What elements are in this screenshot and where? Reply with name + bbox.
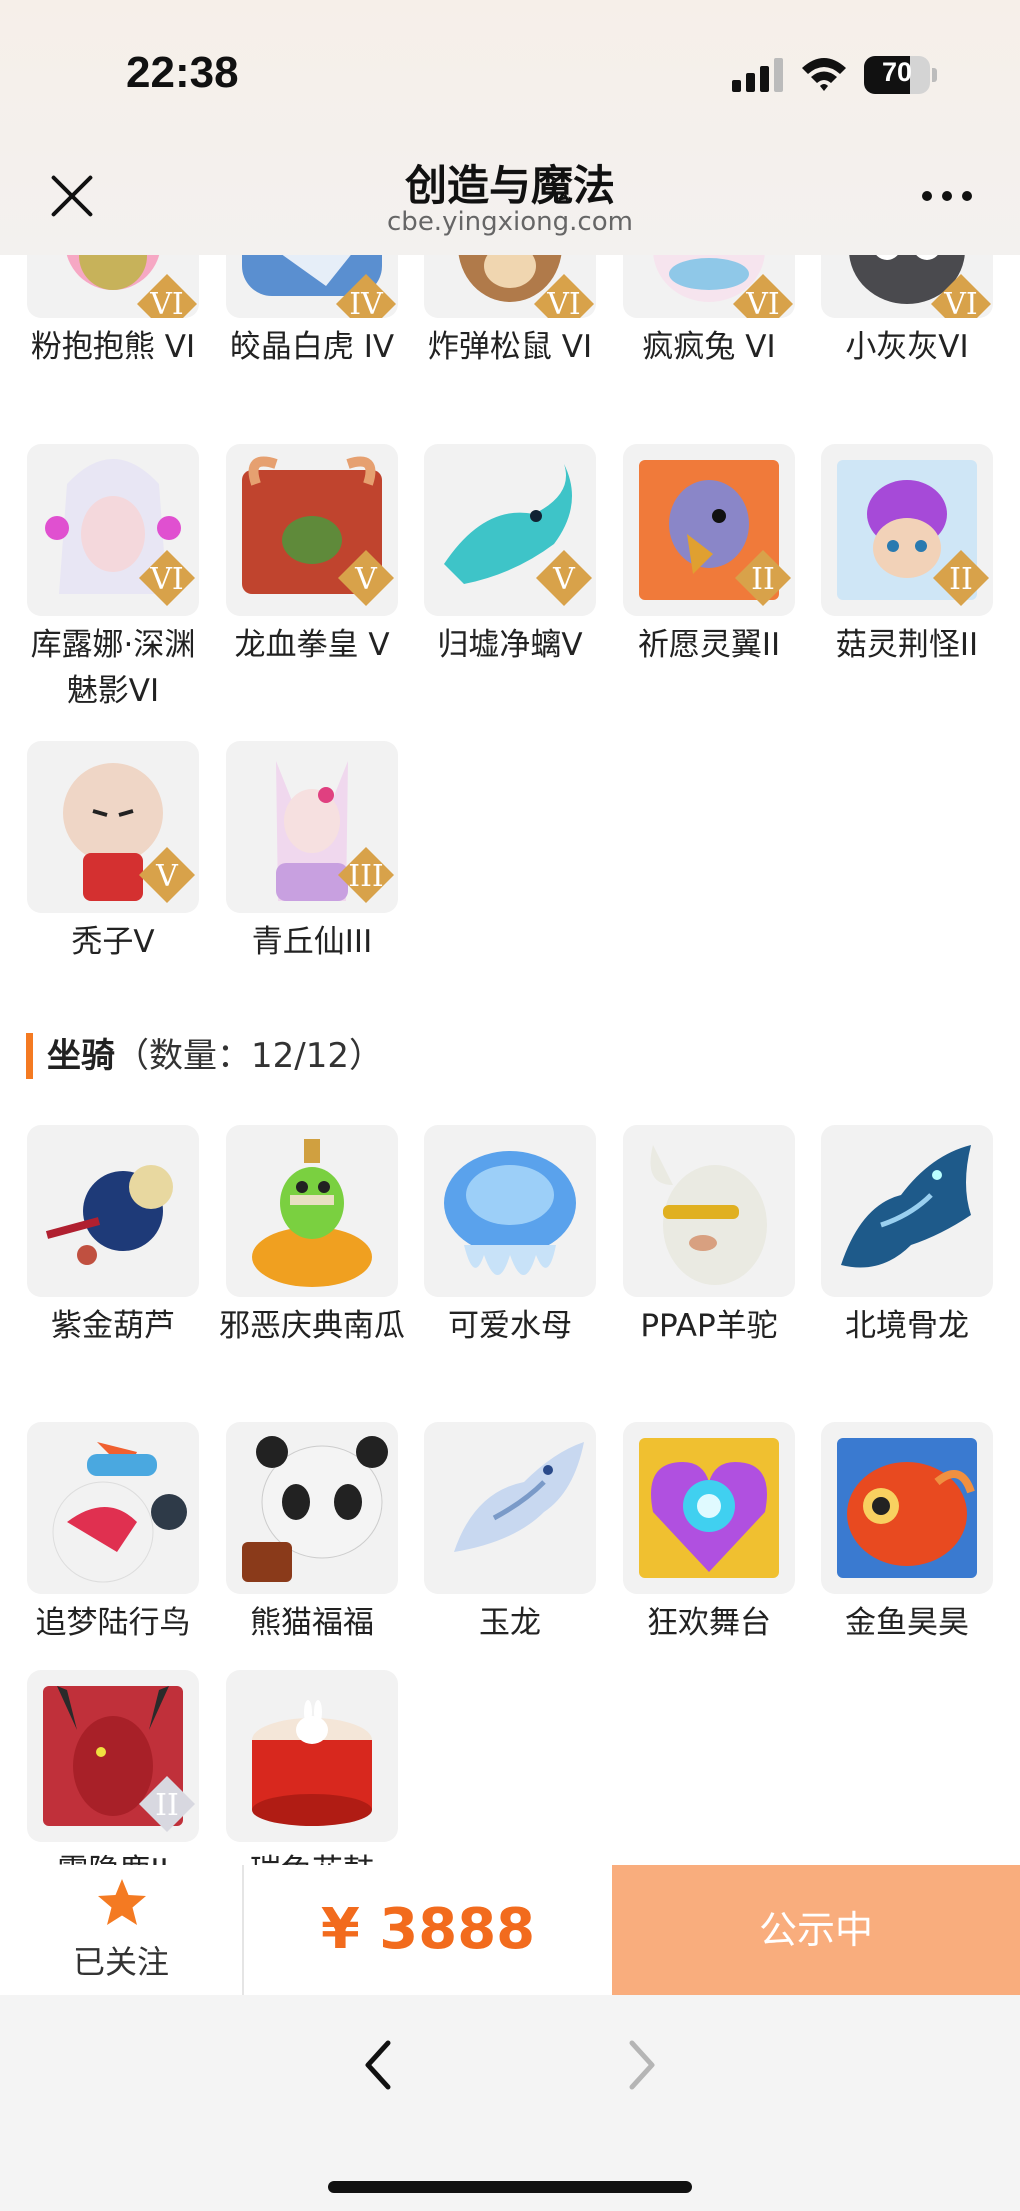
action-bar: 已关注 ¥ 3888 公示中 — [0, 1865, 1020, 1995]
price: ¥ 3888 — [320, 1897, 536, 1962]
pet-item[interactable]: II 菇灵荆怪II — [821, 444, 993, 668]
section-count: （数量：12/12） — [115, 1036, 383, 1076]
pet-thumbnail: II — [821, 444, 993, 616]
more-options-icon[interactable] — [922, 188, 974, 204]
cellular-signal-icon — [732, 58, 784, 92]
mount-thumbnail — [226, 1670, 398, 1842]
pet-thumbnail: II — [623, 444, 795, 616]
pet-name: 青丘仙III — [251, 924, 373, 960]
svg-text:V: V — [354, 562, 378, 597]
content-area: VI 粉抱抱熊 VI IV 皎晶白虎 IV VI 炸弹松鼠 VI VI 疯疯兔 … — [0, 0, 1020, 1865]
top-header: 22:38 70 创造与魔法 cbe.yingxiong.com — [0, 0, 1020, 255]
pet-item[interactable]: V 龙血拳皇 V — [226, 444, 398, 668]
pet-name: 小灰灰VI — [845, 329, 969, 365]
pet-name: 归墟净螭V — [437, 627, 583, 663]
svg-text:VI: VI — [943, 287, 978, 318]
svg-text:V: V — [155, 859, 179, 894]
mount-thumbnail — [623, 1125, 795, 1297]
pet-thumbnail: III — [226, 741, 398, 913]
svg-text:VI: VI — [149, 287, 184, 318]
svg-text:VI: VI — [546, 287, 581, 318]
svg-text:VI: VI — [745, 287, 780, 318]
mount-name: 瑞兔花鼓 — [226, 1848, 398, 1865]
mount-thumbnail — [226, 1125, 398, 1297]
mount-item[interactable]: 金鱼昊昊 — [821, 1422, 993, 1646]
svg-text:V: V — [552, 562, 576, 597]
status-button[interactable]: 公示中 — [612, 1865, 1020, 1995]
mount-name: 金鱼昊昊 — [845, 1605, 969, 1641]
mount-item[interactable]: 熊猫福福 — [226, 1422, 398, 1646]
pet-name: 疯疯兔 VI — [642, 329, 776, 365]
mount-item[interactable]: 可爱水母 — [424, 1125, 596, 1349]
pet-thumbnail: V — [226, 444, 398, 616]
pet-item[interactable]: III 青丘仙III — [226, 741, 398, 965]
mount-thumbnail — [424, 1422, 596, 1594]
forward-arrow-icon[interactable] — [622, 2035, 662, 2095]
status-time: 22:38 — [126, 48, 239, 97]
battery-icon: 70 — [864, 56, 930, 94]
browser-toolbar — [0, 1995, 1020, 2211]
svg-text:II: II — [751, 562, 775, 597]
pet-name: 库露娜·深渊魅影VI — [30, 627, 196, 709]
mount-item[interactable]: 紫金葫芦 — [27, 1125, 199, 1349]
mount-item[interactable]: 玉龙 — [424, 1422, 596, 1646]
svg-text:II: II — [949, 562, 973, 597]
pet-name: 秃子V — [71, 924, 155, 960]
mount-name: 北境骨龙 — [845, 1308, 969, 1344]
mount-name: 狂欢舞台 — [647, 1605, 771, 1641]
mount-name: 熊猫福福 — [250, 1605, 374, 1641]
mount-thumbnail: II — [27, 1670, 199, 1842]
pet-thumbnail: V — [424, 444, 596, 616]
mount-thumbnail — [226, 1422, 398, 1594]
pet-item[interactable]: II 祈愿灵翼II — [623, 444, 795, 668]
mount-thumbnail — [27, 1125, 199, 1297]
svg-text:II: II — [155, 1788, 179, 1823]
mount-item[interactable]: 北境骨龙 — [821, 1125, 993, 1349]
wifi-icon — [800, 54, 848, 94]
page-url: cbe.yingxiong.com — [387, 207, 633, 237]
mount-name: 玉龙 — [479, 1605, 541, 1641]
pet-item[interactable]: V 归墟净螭V — [424, 444, 596, 668]
pet-item[interactable]: VI 库露娜·深渊魅影VI — [27, 444, 199, 714]
battery-level: 70 — [881, 57, 913, 87]
mount-thumbnail — [623, 1422, 795, 1594]
section-title-text: 坐骑 — [47, 1036, 115, 1076]
pet-thumbnail: V — [27, 741, 199, 913]
pet-thumbnail: VI — [27, 444, 199, 616]
mount-item[interactable]: II 霞隐鹿II — [27, 1670, 199, 1865]
mount-name: 霞隐鹿II — [27, 1848, 199, 1865]
svg-text:VI: VI — [149, 562, 184, 597]
pet-name: 粉抱抱熊 VI — [30, 329, 196, 365]
mounts-section-title: 坐骑（数量：12/12） — [26, 1033, 383, 1079]
star-icon — [98, 1879, 146, 1925]
home-indicator — [328, 2181, 692, 2193]
mount-thumbnail — [821, 1125, 993, 1297]
pet-name: 炸弹松鼠 VI — [427, 329, 593, 365]
battery-tip — [932, 68, 937, 82]
mount-item[interactable]: 瑞兔花鼓 — [226, 1670, 398, 1865]
svg-text:IV: IV — [349, 287, 384, 318]
mount-name: 追梦陆行鸟 — [35, 1605, 191, 1641]
mount-thumbnail — [27, 1422, 199, 1594]
svg-text:III: III — [348, 859, 384, 894]
mount-name: 紫金葫芦 — [51, 1308, 175, 1344]
mount-name: PPAP羊驼 — [640, 1308, 778, 1344]
mount-item[interactable]: 邪恶庆典南瓜 — [219, 1125, 405, 1349]
page-title: 创造与魔法 — [404, 161, 615, 210]
mount-name: 邪恶庆典南瓜 — [219, 1308, 405, 1344]
pet-name: 祈愿灵翼II — [637, 627, 781, 663]
mount-item[interactable]: 追梦陆行鸟 — [27, 1422, 199, 1646]
pet-name: 皎晶白虎 IV — [229, 329, 395, 365]
follow-button[interactable]: 已关注 — [0, 1865, 242, 1995]
mount-thumbnail — [821, 1422, 993, 1594]
back-arrow-icon[interactable] — [358, 2035, 398, 2095]
follow-label: 已关注 — [72, 1943, 169, 1981]
mount-item[interactable]: PPAP羊驼 — [623, 1125, 795, 1349]
mount-name: 可爱水母 — [448, 1308, 572, 1344]
pet-item[interactable]: V 秃子V — [27, 741, 199, 965]
pet-name: 龙血拳皇 V — [234, 627, 390, 663]
pet-name: 菇灵荆怪II — [835, 627, 979, 663]
mount-item[interactable]: 狂欢舞台 — [623, 1422, 795, 1646]
mount-thumbnail — [424, 1125, 596, 1297]
